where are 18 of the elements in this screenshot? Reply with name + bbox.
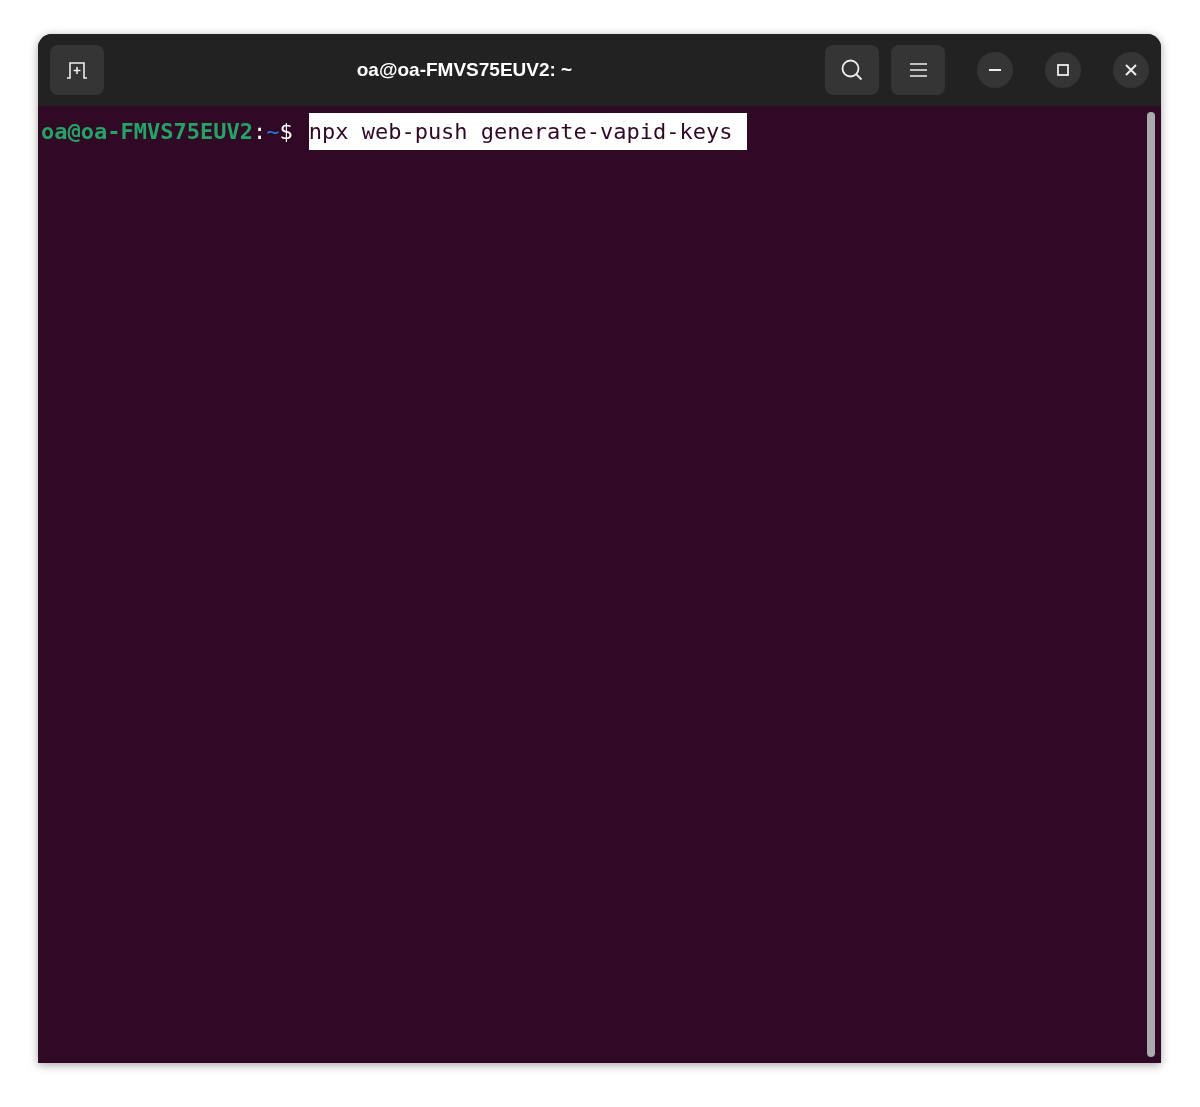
prompt-path: ~ [266, 117, 280, 146]
scrollbar[interactable] [1147, 112, 1155, 1057]
new-tab-icon [66, 61, 88, 79]
window-title: oa@oa-FMVS75EUV2: ~ [355, 57, 574, 82]
new-tab-button[interactable] [50, 45, 104, 95]
menu-button[interactable] [891, 45, 945, 95]
menu-icon [909, 63, 927, 77]
close-icon [1125, 64, 1137, 76]
prompt-separator: : [252, 117, 267, 146]
maximize-icon [1057, 64, 1069, 76]
search-icon [840, 58, 864, 82]
command-text: npx web-push generate-vapid-keys [308, 112, 747, 150]
search-button[interactable] [825, 45, 879, 95]
close-button[interactable] [1113, 52, 1149, 88]
prompt-user-host: oa@oa-FMVS75EUV2 [41, 117, 253, 146]
minimize-icon [989, 69, 1001, 71]
prompt-symbol: $ [279, 117, 293, 146]
maximize-button[interactable] [1045, 52, 1081, 88]
